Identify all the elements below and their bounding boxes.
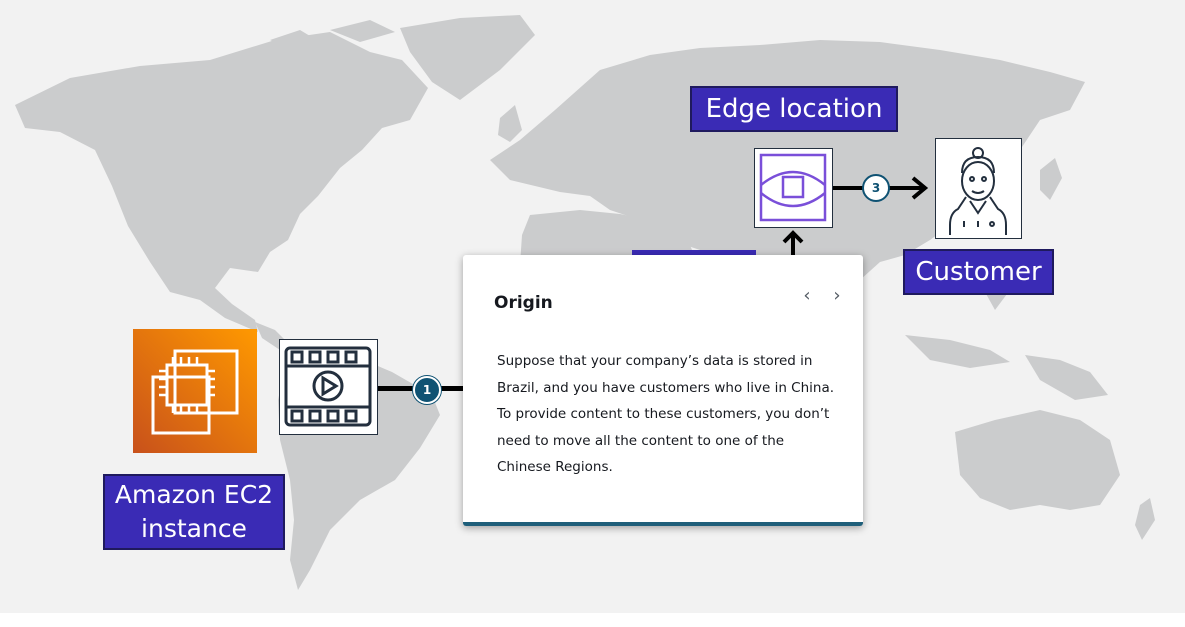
edge-location-label: Edge location — [690, 86, 898, 132]
bottom-strip — [0, 613, 1185, 627]
customer-person-icon — [935, 138, 1022, 239]
video-content-icon — [279, 339, 378, 435]
popover-accent-bar — [463, 522, 863, 526]
popover-title: Origin — [494, 293, 553, 313]
ec2-instance-label: Amazon EC2 instance — [103, 474, 285, 550]
customer-label: Customer — [903, 249, 1054, 295]
world-map-stage: Edge location Customer Amazon EC2 instan… — [0, 0, 1185, 613]
next-chevron-icon[interactable]: › — [827, 285, 847, 306]
origin-popover: Origin ‹ › Suppose that your company’s d… — [463, 255, 863, 526]
step-3-badge[interactable]: 3 — [862, 174, 890, 202]
popover-body: Suppose that your company’s data is stor… — [497, 353, 835, 475]
arrow-up-icon — [782, 230, 804, 258]
edge-location-icon — [754, 148, 833, 228]
previous-chevron-icon[interactable]: ‹ — [797, 285, 817, 306]
ec2-instance-icon — [133, 329, 257, 453]
step-1-badge[interactable]: 1 — [413, 376, 441, 404]
